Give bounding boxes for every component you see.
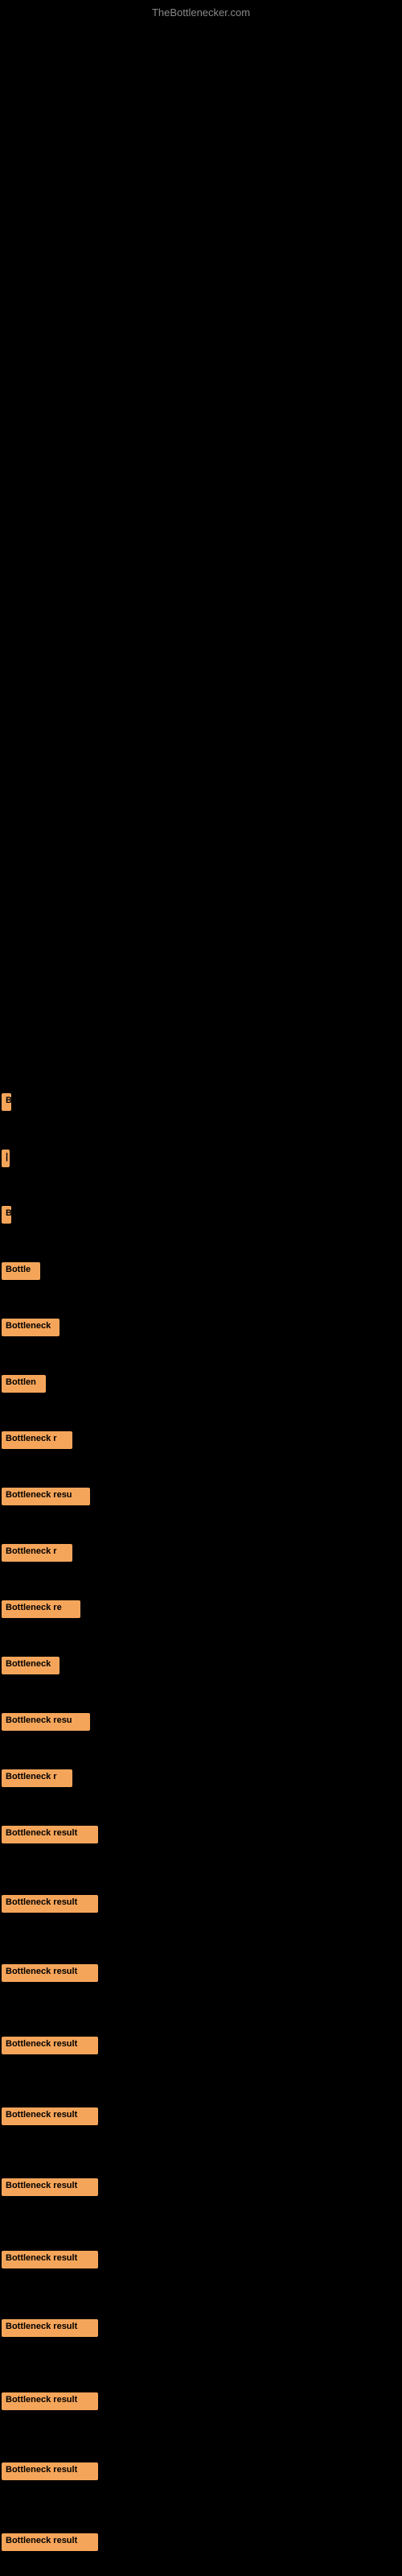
bottleneck-result-label: Bottleneck r (2, 1544, 72, 1562)
bottleneck-result-label: Bottleneck re (2, 1600, 80, 1618)
bottleneck-result-label: | (2, 1150, 10, 1167)
bottleneck-result-label: Bottleneck result (2, 2533, 98, 2551)
bottleneck-result-label: B (2, 1093, 11, 1111)
bottleneck-result-label: Bottleneck resu (2, 1713, 90, 1731)
bottleneck-result-label: Bottleneck result (2, 1826, 98, 1843)
bottleneck-result-label: Bottleneck result (2, 2462, 98, 2480)
bottleneck-result-label: Bottleneck (2, 1657, 59, 1674)
site-title: TheBottlenecker.com (152, 6, 250, 19)
bottleneck-result-label: B (2, 1206, 11, 1224)
bottleneck-result-label: Bottleneck result (2, 2178, 98, 2196)
bottleneck-result-label: Bottleneck result (2, 1895, 98, 1913)
bottleneck-result-label: Bottleneck (2, 1319, 59, 1336)
bottleneck-result-label: Bottlen (2, 1375, 46, 1393)
bottleneck-result-label: Bottleneck r (2, 1769, 72, 1787)
bottleneck-result-label: Bottleneck r (2, 1431, 72, 1449)
bottleneck-result-label: Bottleneck resu (2, 1488, 90, 1505)
bottleneck-result-label: Bottleneck result (2, 2037, 98, 2054)
bottleneck-result-label: Bottleneck result (2, 2392, 98, 2410)
bottleneck-result-label: Bottleneck result (2, 2251, 98, 2268)
bottleneck-result-label: Bottleneck result (2, 1964, 98, 1982)
bottleneck-result-label: Bottleneck result (2, 2107, 98, 2125)
bottleneck-result-label: Bottleneck result (2, 2319, 98, 2337)
bottleneck-result-label: Bottle (2, 1262, 40, 1280)
